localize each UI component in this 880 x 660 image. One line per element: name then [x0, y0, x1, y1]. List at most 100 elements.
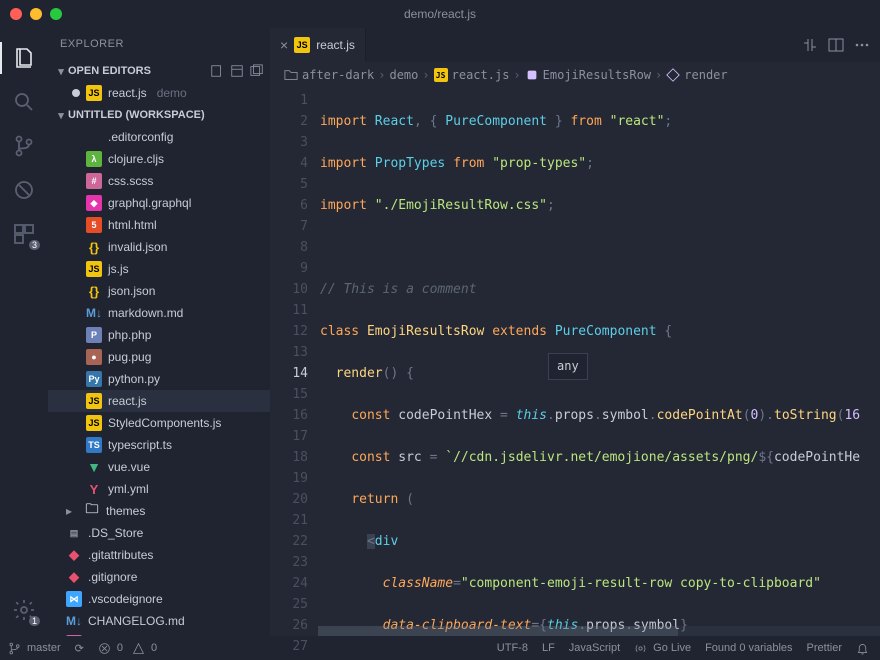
- line-number: 10: [270, 279, 308, 300]
- breadcrumbs[interactable]: after-dark› demo› JS react.js› EmojiResu…: [270, 62, 880, 88]
- file-name: .vscodeignore: [88, 592, 163, 606]
- code-editor[interactable]: 1234567891011121314151617181920212223242…: [270, 88, 880, 636]
- maximize-window-icon[interactable]: [50, 8, 62, 20]
- breadcrumb-item[interactable]: demo: [389, 68, 418, 82]
- error-icon: [98, 642, 111, 655]
- more-icon[interactable]: [854, 37, 870, 53]
- tree-file[interactable]: ▤.DS_Store: [48, 522, 270, 544]
- json-file-icon: {}: [86, 239, 102, 255]
- warning-icon: [132, 642, 145, 655]
- vue-file-icon: ▼: [86, 459, 102, 475]
- line-gutter: 1234567891011121314151617181920212223242…: [270, 88, 318, 636]
- status-language[interactable]: JavaScript: [569, 642, 620, 654]
- breadcrumb-item[interactable]: after-dark: [302, 68, 374, 82]
- tab-react[interactable]: × JS react.js: [270, 28, 366, 62]
- open-editors-section[interactable]: ▾ OPEN EDITORS: [48, 60, 270, 82]
- status-sync[interactable]: ⟳: [75, 642, 84, 655]
- activity-extensions[interactable]: 3: [0, 212, 48, 256]
- tree-file[interactable]: {}json.json: [48, 280, 270, 302]
- activity-settings[interactable]: 1: [0, 588, 48, 632]
- open-editor-item[interactable]: JS react.js demo: [48, 82, 270, 104]
- file-name: vue.vue: [108, 460, 150, 474]
- window-controls[interactable]: [10, 8, 62, 20]
- minimize-window-icon[interactable]: [30, 8, 42, 20]
- split-editor-icon[interactable]: [828, 37, 844, 53]
- status-problems[interactable]: 0 0: [98, 642, 157, 655]
- tree-file[interactable]: λclojure.cljs: [48, 148, 270, 170]
- tree-file[interactable]: JSreact.js: [48, 390, 270, 412]
- breadcrumb-item[interactable]: render: [684, 68, 727, 82]
- branch-icon: [8, 642, 21, 655]
- tree-folder[interactable]: ▸🗀themes: [48, 500, 270, 522]
- tree-file[interactable]: M↓ markdown.md: [48, 302, 270, 324]
- tree-file[interactable]: .editorconfig: [48, 126, 270, 148]
- close-all-icon[interactable]: [250, 64, 264, 78]
- status-eol[interactable]: LF: [542, 642, 555, 654]
- tree-file[interactable]: M↓CHANGELOG.md: [48, 610, 270, 632]
- tree-file[interactable]: #color-variables.scss: [48, 632, 270, 636]
- ds-file-icon: [86, 129, 102, 145]
- file-name: invalid.json: [108, 240, 167, 254]
- file-name: html.html: [108, 218, 157, 232]
- scrollbar-thumb[interactable]: [318, 626, 678, 636]
- tree-file[interactable]: Pphp.php: [48, 324, 270, 346]
- activity-explorer[interactable]: [0, 36, 48, 80]
- tree-file[interactable]: Yyml.yml: [48, 478, 270, 500]
- file-name: markdown.md: [108, 306, 183, 320]
- activity-debug[interactable]: [0, 168, 48, 212]
- file-tree: .editorconfigλclojure.cljs#css.scss◆grap…: [48, 126, 270, 636]
- close-window-icon[interactable]: [10, 8, 22, 20]
- status-prettier[interactable]: Prettier: [807, 642, 842, 654]
- tree-file[interactable]: {} invalid.json: [48, 236, 270, 258]
- extensions-badge: 3: [29, 240, 40, 250]
- md-file-icon: M↓: [66, 613, 82, 629]
- status-debug[interactable]: Found 0 variables: [705, 642, 792, 654]
- horizontal-scrollbar[interactable]: [318, 626, 880, 636]
- tab-close-icon[interactable]: ×: [280, 37, 288, 53]
- code-content[interactable]: import React, { PureComponent } from "re…: [318, 88, 880, 636]
- new-file-icon[interactable]: [210, 64, 224, 78]
- tree-file[interactable]: #css.scss: [48, 170, 270, 192]
- save-all-icon[interactable]: [230, 64, 244, 78]
- chevron-down-icon: ▾: [54, 65, 68, 78]
- tree-file[interactable]: ▼ vue.vue: [48, 456, 270, 478]
- scss-file-icon: #: [86, 173, 102, 189]
- status-branch[interactable]: master: [8, 642, 61, 655]
- tree-file[interactable]: Pypython.py: [48, 368, 270, 390]
- tree-file[interactable]: ◆graphql.graphql: [48, 192, 270, 214]
- compare-icon[interactable]: [802, 37, 818, 53]
- editor-area: × JS react.js after-dark› demo› JS react…: [270, 28, 880, 636]
- activity-source-control[interactable]: [0, 124, 48, 168]
- status-feedback[interactable]: [856, 642, 872, 655]
- scss-file-icon: #: [66, 635, 82, 636]
- status-encoding[interactable]: UTF-8: [497, 642, 528, 654]
- js-file-icon: JS: [86, 85, 102, 101]
- file-name: json.json: [108, 284, 155, 298]
- line-number: 9: [270, 258, 308, 279]
- tree-file[interactable]: ◆.gitattributes: [48, 544, 270, 566]
- yml-file-icon: Y: [86, 481, 102, 497]
- tree-file[interactable]: ●pug.pug: [48, 346, 270, 368]
- line-number: 22: [270, 531, 308, 552]
- tree-file[interactable]: ⋈.vscodeignore: [48, 588, 270, 610]
- breadcrumb-item[interactable]: react.js: [452, 68, 510, 82]
- tree-file[interactable]: JSStyledComponents.js: [48, 412, 270, 434]
- tree-file[interactable]: JSjs.js: [48, 258, 270, 280]
- file-name: .gitattributes: [88, 548, 153, 562]
- tree-file[interactable]: ◆.gitignore: [48, 566, 270, 588]
- js-file-icon: JS: [86, 393, 102, 409]
- breadcrumb-item[interactable]: EmojiResultsRow: [543, 68, 651, 82]
- status-golive[interactable]: Go Live: [634, 642, 691, 655]
- workspace-section[interactable]: ▾ UNTITLED (WORKSPACE): [48, 104, 270, 126]
- window-title: demo/react.js: [404, 7, 476, 21]
- file-name: pug.pug: [108, 350, 151, 364]
- file-name: php.php: [108, 328, 151, 342]
- clj-file-icon: λ: [86, 151, 102, 167]
- tree-file[interactable]: 5html.html: [48, 214, 270, 236]
- activity-search[interactable]: [0, 80, 48, 124]
- branch-icon: [12, 134, 36, 158]
- line-number: 25: [270, 594, 308, 615]
- line-number: 7: [270, 216, 308, 237]
- md-file-icon: M↓: [86, 305, 102, 321]
- tree-file[interactable]: TStypescript.ts: [48, 434, 270, 456]
